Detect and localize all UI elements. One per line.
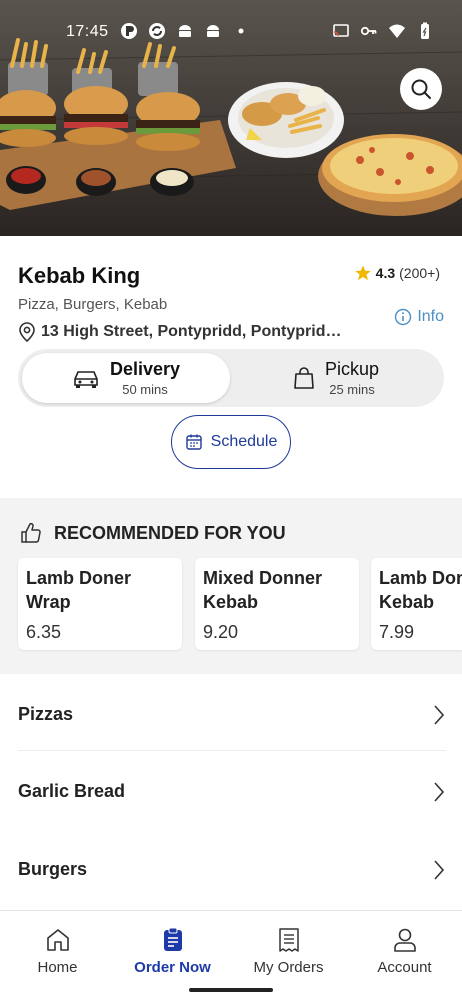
fulfillment-toggle: Delivery 50 mins Pickup 25 mins — [18, 349, 444, 407]
hero-banner: 17:45 — [0, 0, 462, 236]
bottom-navigation: Home Order Now My Orders Account — [0, 910, 462, 1000]
restaurant-name: Kebab King — [18, 263, 141, 288]
car-icon — [74, 371, 98, 388]
info-label: Info — [417, 308, 444, 325]
cast-icon — [333, 24, 349, 37]
cuisine-list: Pizza, Burgers, Kebab — [18, 296, 168, 313]
order-icon — [163, 927, 182, 951]
item-price: 7.99 — [379, 622, 415, 642]
shopping-bag-icon — [294, 367, 314, 389]
rating-value: 4.3 — [375, 265, 396, 281]
nav-my-orders[interactable]: My Orders — [231, 927, 346, 976]
category-label: Garlic Bread — [18, 781, 126, 801]
delivery-time: 50 mins — [122, 382, 168, 397]
thumbs-up-icon — [21, 522, 41, 543]
chevron-right-icon — [434, 859, 445, 880]
item-name-line2: Kebab — [203, 592, 259, 612]
android-icon — [207, 25, 219, 37]
info-button[interactable]: Info — [394, 308, 444, 326]
nav-label: Home — [37, 959, 78, 976]
schedule-label: Schedule — [210, 433, 278, 450]
home-indicator[interactable] — [189, 988, 273, 992]
item-name: Lamb Doner Kebab — [379, 566, 462, 614]
item-price: 9.20 — [203, 622, 239, 642]
rating-count: (200+) — [399, 265, 440, 281]
recommended-item[interactable]: Mixed Donner Kebab 9.20 — [195, 558, 359, 650]
recommended-title: RECOMMENDED FOR YOU — [54, 522, 286, 543]
chevron-right-icon — [434, 781, 445, 802]
recommended-header: RECOMMENDED FOR YOU — [20, 522, 286, 544]
item-name: Mixed Donner Kebab — [203, 566, 322, 614]
item-name-line1: Mixed Donner — [203, 568, 323, 588]
schedule-button[interactable]: Schedule — [171, 415, 291, 469]
location-pin-icon — [19, 322, 35, 342]
battery-icon — [421, 22, 429, 39]
dot-icon — [238, 28, 244, 34]
item-price: 6.35 — [26, 622, 62, 642]
status-time: 17:45 — [66, 23, 109, 40]
nav-order-now[interactable]: Order Now — [115, 927, 230, 976]
nav-label: Account — [377, 959, 432, 976]
calendar-icon — [185, 434, 202, 450]
category-label: Burgers — [18, 859, 88, 879]
address-text: 13 High Street, Pontypridd, Pontyprid… — [41, 323, 342, 340]
restaurant-address: 13 High Street, Pontypridd, Pontyprid… — [18, 322, 341, 342]
star-icon — [354, 265, 371, 281]
item-name: Lamb Doner Wrap — [26, 566, 131, 614]
chevron-right-icon — [434, 704, 445, 725]
search-button[interactable] — [400, 68, 442, 110]
recommended-section: RECOMMENDED FOR YOU Lamb Doner Wrap 6.35… — [0, 498, 462, 674]
person-icon — [393, 928, 416, 952]
info-icon — [395, 308, 412, 326]
category-label: Pizzas — [18, 704, 74, 724]
item-name-line1: Lamb Doner — [26, 568, 132, 588]
status-sync-icon — [149, 23, 165, 39]
pickup-time: 25 mins — [329, 382, 375, 397]
nav-label: Order Now — [134, 959, 211, 976]
category-row-garlic-bread[interactable]: Garlic Bread — [18, 753, 446, 830]
pickup-option[interactable]: Pickup 25 mins — [232, 353, 440, 403]
wifi-icon — [389, 24, 405, 38]
item-name-line1: Lamb Doner — [379, 568, 462, 588]
status-bar: 17:45 — [0, 18, 462, 46]
android-icon — [179, 25, 191, 37]
search-icon — [411, 79, 431, 99]
receipt-icon — [278, 928, 299, 952]
divider — [18, 750, 446, 751]
delivery-label: Delivery — [109, 359, 181, 379]
item-name-line2: Wrap — [26, 592, 71, 612]
key-icon — [360, 26, 377, 36]
status-app-icon — [121, 23, 137, 39]
nav-home[interactable]: Home — [0, 927, 115, 976]
category-row-pizzas[interactable]: Pizzas — [18, 676, 446, 753]
category-row-burgers[interactable]: Burgers — [18, 831, 446, 908]
rating: 4.3 (200+) — [354, 264, 440, 282]
delivery-option[interactable]: Delivery 50 mins — [22, 353, 230, 403]
nav-label: My Orders — [253, 959, 324, 976]
pickup-label: Pickup — [324, 359, 380, 379]
recommended-item[interactable]: Lamb Doner Wrap 6.35 — [18, 558, 182, 650]
nav-account[interactable]: Account — [347, 927, 462, 976]
home-icon — [46, 929, 69, 951]
recommended-item[interactable]: Lamb Doner Kebab 7.99 — [371, 558, 462, 650]
item-name-line2: Kebab — [379, 592, 435, 612]
